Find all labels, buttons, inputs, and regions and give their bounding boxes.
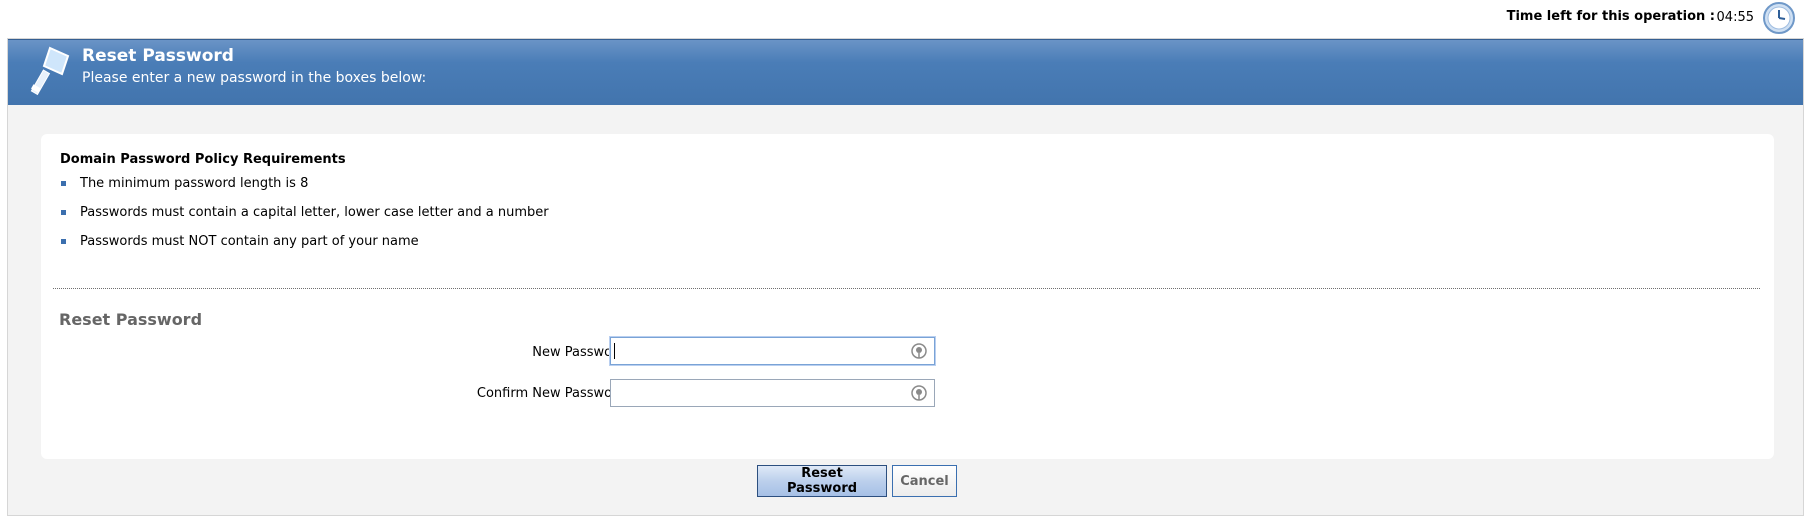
policy-item: Passwords must contain a capital letter,… [60,205,549,234]
password-reveal-icon[interactable] [910,342,928,360]
key-icon [30,46,70,96]
section-title: Reset Password [59,310,203,329]
bullet-icon [61,210,66,215]
bullet-icon [61,181,66,186]
reset-password-button[interactable]: Reset Password [757,465,887,497]
timer-value: 04:55 [1716,10,1754,25]
policy-title: Domain Password Policy Requirements [60,152,346,167]
page-title: Reset Password [82,46,234,66]
policy-item-text: Passwords must NOT contain any part of y… [80,234,419,249]
timer-label: Time left for this operation : [1506,9,1715,24]
clock-icon [1763,2,1795,34]
password-reveal-icon[interactable] [910,384,928,402]
bullet-icon [61,239,66,244]
policy-item-text: The minimum password length is 8 [80,176,309,191]
confirm-password-input[interactable] [615,381,895,405]
policy-item: The minimum password length is 8 [60,176,549,205]
policy-item-text: Passwords must contain a capital letter,… [80,205,549,220]
cancel-button[interactable]: Cancel [892,465,957,497]
text-cursor [614,343,615,359]
panel-header: Reset Password Please enter a new passwo… [8,39,1803,105]
confirm-password-field[interactable] [610,379,935,407]
policy-list: The minimum password length is 8 Passwor… [60,176,549,263]
page-subtitle: Please enter a new password in the boxes… [82,70,427,86]
new-password-input[interactable] [615,339,895,363]
policy-item: Passwords must NOT contain any part of y… [60,234,549,263]
content-box: Domain Password Policy Requirements The … [41,134,1774,459]
divider [53,288,1760,289]
new-password-field[interactable] [610,337,935,365]
timer-bar: Time left for this operation : 04:55 [0,0,1810,38]
reset-password-panel: Reset Password Please enter a new passwo… [7,38,1804,516]
